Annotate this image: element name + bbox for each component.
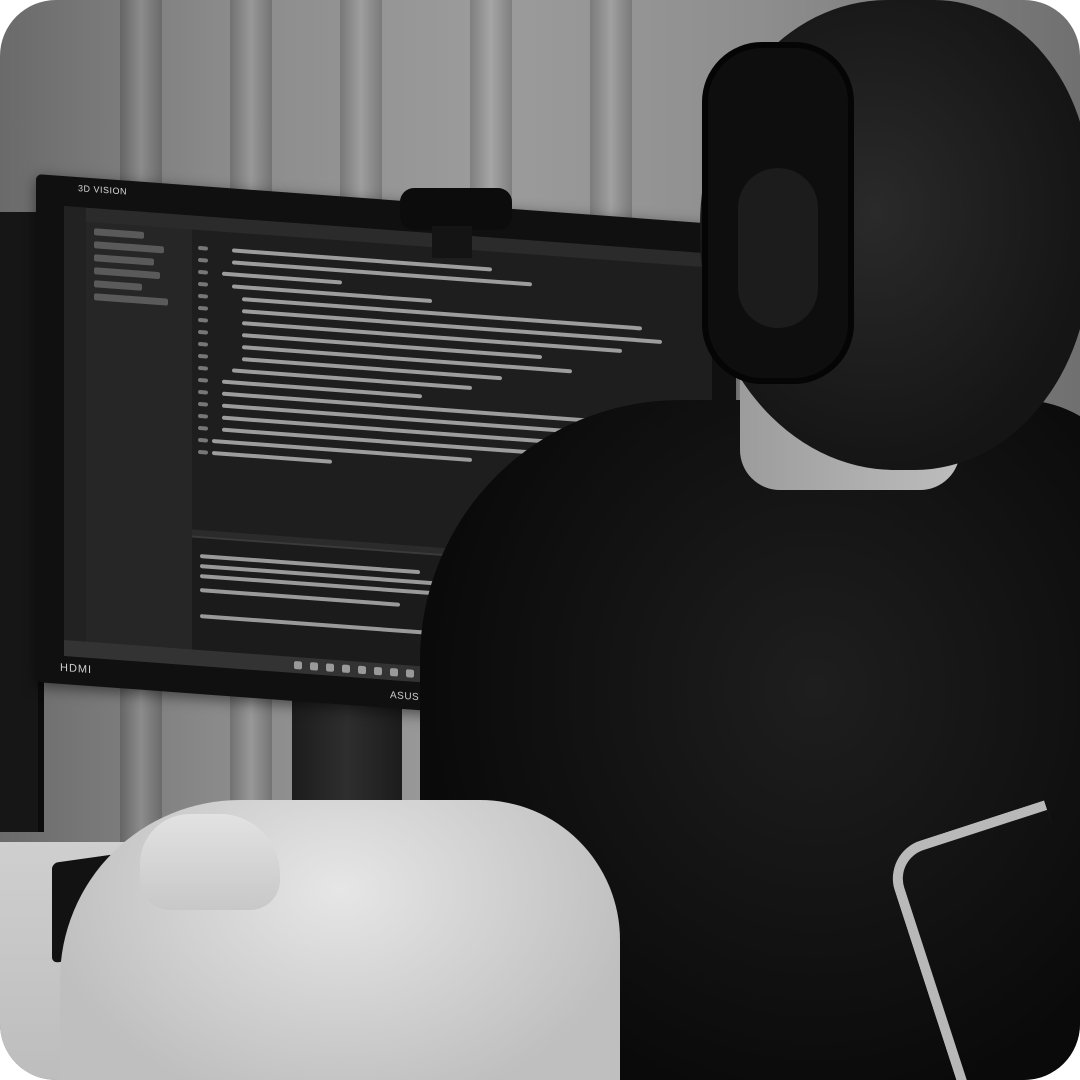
monitor-port-label: HDMI [60,661,93,677]
person-hand [140,814,280,910]
photo-frame: 3D VISION HDMI ASUS [0,0,1080,1080]
editor-file-explorer [86,221,192,650]
monitor-brand-label: 3D VISION [78,183,128,197]
webcam-mount [432,226,472,258]
monitor-logo: ASUS [390,689,420,704]
webcam [400,188,512,230]
headphone-pad [738,168,818,328]
editor-activity-bar [64,206,86,658]
headphone [702,42,854,384]
